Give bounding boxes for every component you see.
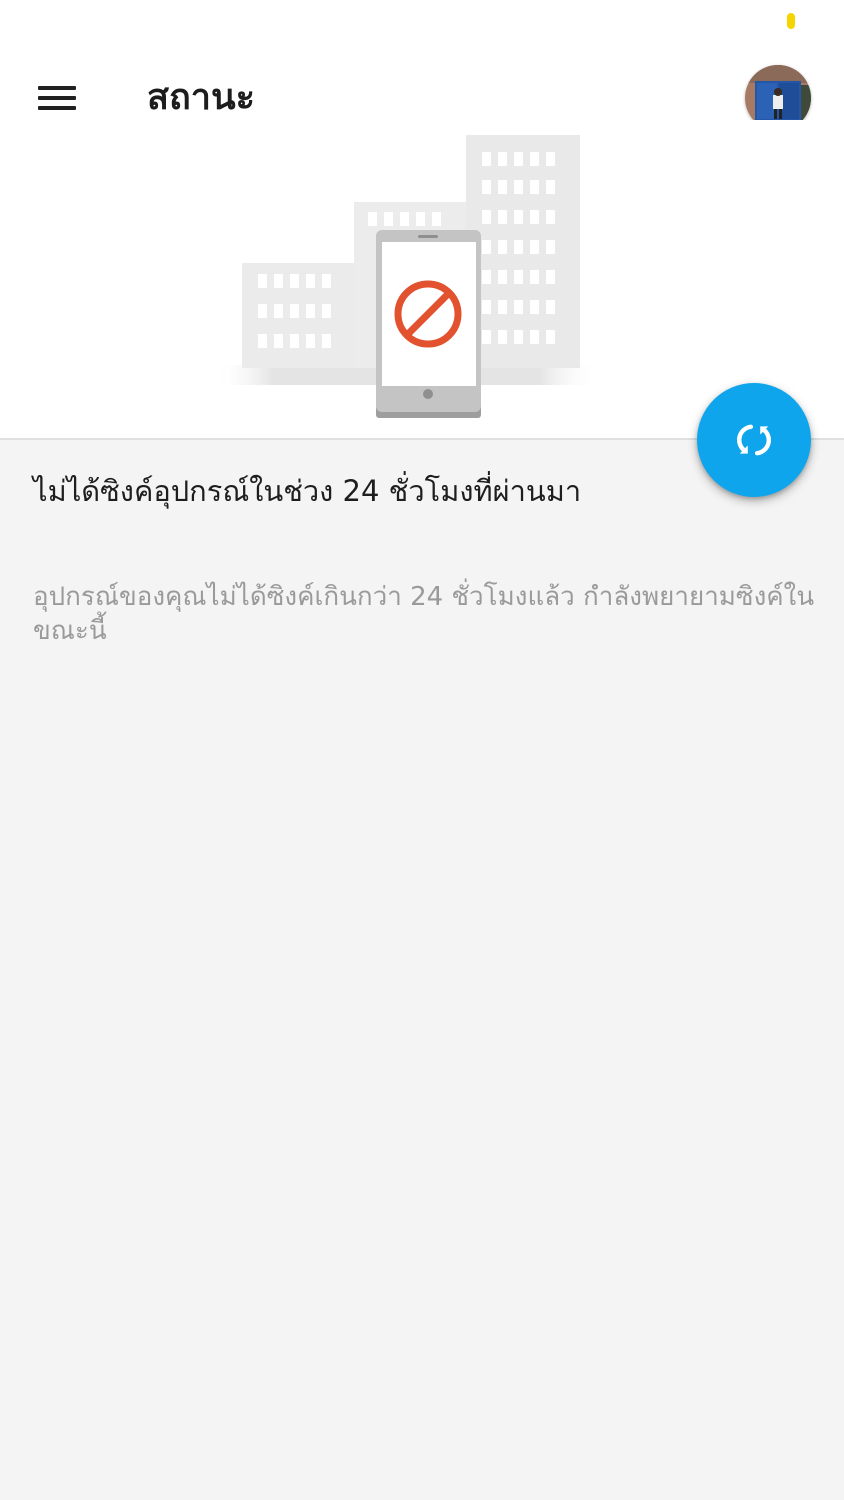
- status-bar: [0, 0, 844, 40]
- status-heading: ไม่ได้ซิงค์อุปกรณ์ในช่วง 24 ชั่วโมงที่ผ่…: [33, 474, 582, 508]
- page-title: สถานะ: [147, 77, 255, 118]
- menu-button[interactable]: [28, 70, 88, 126]
- sync-icon: [737, 424, 771, 456]
- sync-button[interactable]: [697, 383, 811, 497]
- phone-shape: [376, 230, 481, 418]
- right-building-shape: [466, 135, 580, 368]
- status-description: อุปกรณ์ของคุณไม่ได้ซิงค์เกินกว่า 24 ชั่ว…: [33, 582, 815, 646]
- phone-blocked-buildings-illustration: [215, 135, 597, 418]
- illustration-area: [0, 120, 844, 438]
- left-building-shape: [242, 263, 354, 368]
- status-indicator-dot: [787, 13, 795, 29]
